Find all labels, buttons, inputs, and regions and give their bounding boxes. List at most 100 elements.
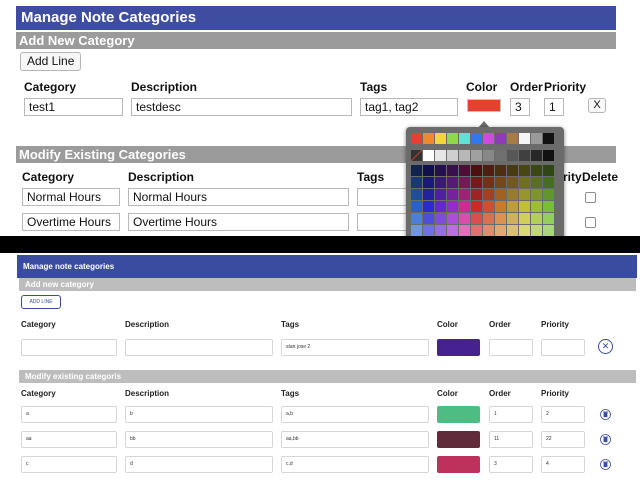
new-color-swatch[interactable] bbox=[437, 339, 480, 356]
palette-swatch[interactable] bbox=[411, 133, 422, 144]
row-description-input[interactable]: Overtime Hours bbox=[128, 213, 349, 231]
new-category-input[interactable] bbox=[21, 339, 117, 356]
new-tags-input[interactable]: stan jose 2 bbox=[281, 339, 429, 356]
trash-icon[interactable] bbox=[600, 434, 611, 445]
row-priority-input[interactable]: 2 bbox=[541, 406, 585, 423]
palette-swatch[interactable] bbox=[507, 150, 518, 161]
row-order-input[interactable]: 3 bbox=[489, 456, 533, 473]
palette-swatch[interactable] bbox=[483, 150, 494, 161]
palette-swatch[interactable] bbox=[543, 225, 554, 236]
new-order-input[interactable]: 3 bbox=[510, 98, 530, 116]
palette-swatch[interactable] bbox=[435, 177, 446, 188]
palette-swatch[interactable] bbox=[423, 165, 434, 176]
palette-swatch[interactable] bbox=[411, 165, 422, 176]
palette-swatch[interactable] bbox=[531, 165, 542, 176]
palette-swatch[interactable] bbox=[507, 133, 518, 144]
row-category-input[interactable]: a bbox=[21, 406, 117, 423]
row-delete-checkbox[interactable] bbox=[585, 217, 596, 228]
palette-swatch[interactable] bbox=[459, 189, 470, 200]
palette-swatch[interactable] bbox=[495, 189, 506, 200]
row-category-input[interactable]: Normal Hours bbox=[22, 188, 120, 206]
new-order-input[interactable] bbox=[489, 339, 533, 356]
palette-swatch[interactable] bbox=[471, 201, 482, 212]
palette-swatch[interactable] bbox=[531, 150, 542, 161]
palette-swatch[interactable] bbox=[459, 165, 470, 176]
palette-swatch[interactable] bbox=[423, 201, 434, 212]
palette-swatch[interactable] bbox=[447, 133, 458, 144]
palette-swatch[interactable] bbox=[435, 213, 446, 224]
palette-swatch[interactable] bbox=[471, 133, 482, 144]
remove-line-button[interactable]: X bbox=[588, 98, 606, 113]
row-description-input[interactable]: bb bbox=[125, 431, 273, 448]
palette-swatch[interactable] bbox=[495, 225, 506, 236]
palette-swatch[interactable] bbox=[507, 213, 518, 224]
palette-swatch[interactable] bbox=[471, 165, 482, 176]
palette-swatch[interactable] bbox=[531, 201, 542, 212]
palette-swatch[interactable] bbox=[495, 133, 506, 144]
row-delete-checkbox[interactable] bbox=[585, 192, 596, 203]
new-description-input[interactable] bbox=[125, 339, 273, 356]
palette-swatch[interactable] bbox=[411, 177, 422, 188]
palette-swatch[interactable] bbox=[447, 165, 458, 176]
row-description-input[interactable]: d bbox=[125, 456, 273, 473]
row-category-input[interactable]: Overtime Hours bbox=[22, 213, 120, 231]
palette-swatch[interactable] bbox=[435, 201, 446, 212]
palette-swatch[interactable] bbox=[519, 133, 530, 144]
palette-swatch[interactable] bbox=[543, 150, 554, 161]
palette-swatch[interactable] bbox=[531, 213, 542, 224]
close-circle-icon[interactable]: ✕ bbox=[598, 339, 613, 354]
palette-swatch[interactable] bbox=[483, 165, 494, 176]
palette-swatch[interactable] bbox=[519, 201, 530, 212]
palette-swatch[interactable] bbox=[435, 189, 446, 200]
palette-swatch[interactable] bbox=[459, 213, 470, 224]
palette-swatch[interactable] bbox=[519, 213, 530, 224]
row-category-input[interactable]: c bbox=[21, 456, 117, 473]
palette-swatch[interactable] bbox=[423, 177, 434, 188]
palette-swatch[interactable] bbox=[459, 225, 470, 236]
palette-swatch[interactable] bbox=[483, 133, 494, 144]
palette-swatch[interactable] bbox=[447, 177, 458, 188]
palette-swatch[interactable] bbox=[459, 201, 470, 212]
palette-swatch[interactable] bbox=[447, 213, 458, 224]
palette-swatch[interactable] bbox=[495, 213, 506, 224]
palette-swatch[interactable] bbox=[483, 225, 494, 236]
palette-swatch[interactable] bbox=[435, 150, 446, 161]
trash-icon[interactable] bbox=[600, 459, 611, 470]
palette-swatch[interactable] bbox=[495, 150, 506, 161]
palette-swatch[interactable] bbox=[543, 213, 554, 224]
trash-icon[interactable] bbox=[600, 409, 611, 420]
palette-swatch[interactable] bbox=[519, 189, 530, 200]
new-category-input[interactable]: test1 bbox=[24, 98, 123, 116]
palette-swatch[interactable] bbox=[447, 201, 458, 212]
row-color-swatch[interactable] bbox=[437, 406, 480, 423]
new-description-input[interactable]: testdesc bbox=[131, 98, 352, 116]
palette-swatch[interactable] bbox=[471, 150, 482, 161]
palette-swatch[interactable] bbox=[447, 189, 458, 200]
palette-swatch[interactable] bbox=[507, 189, 518, 200]
palette-swatch[interactable] bbox=[435, 165, 446, 176]
palette-swatch[interactable] bbox=[411, 201, 422, 212]
palette-swatch[interactable] bbox=[459, 150, 470, 161]
row-description-input[interactable]: Normal Hours bbox=[128, 188, 349, 206]
palette-swatch[interactable] bbox=[447, 225, 458, 236]
palette-swatch[interactable] bbox=[459, 133, 470, 144]
palette-swatch[interactable] bbox=[423, 225, 434, 236]
palette-swatch[interactable] bbox=[411, 189, 422, 200]
palette-swatch[interactable] bbox=[471, 177, 482, 188]
palette-swatch[interactable] bbox=[447, 150, 458, 161]
palette-swatch[interactable] bbox=[507, 165, 518, 176]
palette-swatch[interactable] bbox=[543, 189, 554, 200]
palette-swatch[interactable] bbox=[531, 177, 542, 188]
palette-swatch[interactable] bbox=[435, 133, 446, 144]
no-color-swatch[interactable] bbox=[411, 150, 422, 161]
palette-swatch[interactable] bbox=[423, 133, 434, 144]
palette-swatch[interactable] bbox=[531, 189, 542, 200]
palette-swatch[interactable] bbox=[423, 213, 434, 224]
palette-swatch[interactable] bbox=[435, 225, 446, 236]
new-priority-input[interactable] bbox=[541, 339, 585, 356]
row-priority-input[interactable]: 22 bbox=[541, 431, 585, 448]
new-priority-input[interactable]: 1 bbox=[544, 98, 564, 116]
palette-swatch[interactable] bbox=[507, 177, 518, 188]
palette-swatch[interactable] bbox=[543, 133, 554, 144]
add-line-button[interactable]: ADD LINE bbox=[21, 295, 61, 309]
